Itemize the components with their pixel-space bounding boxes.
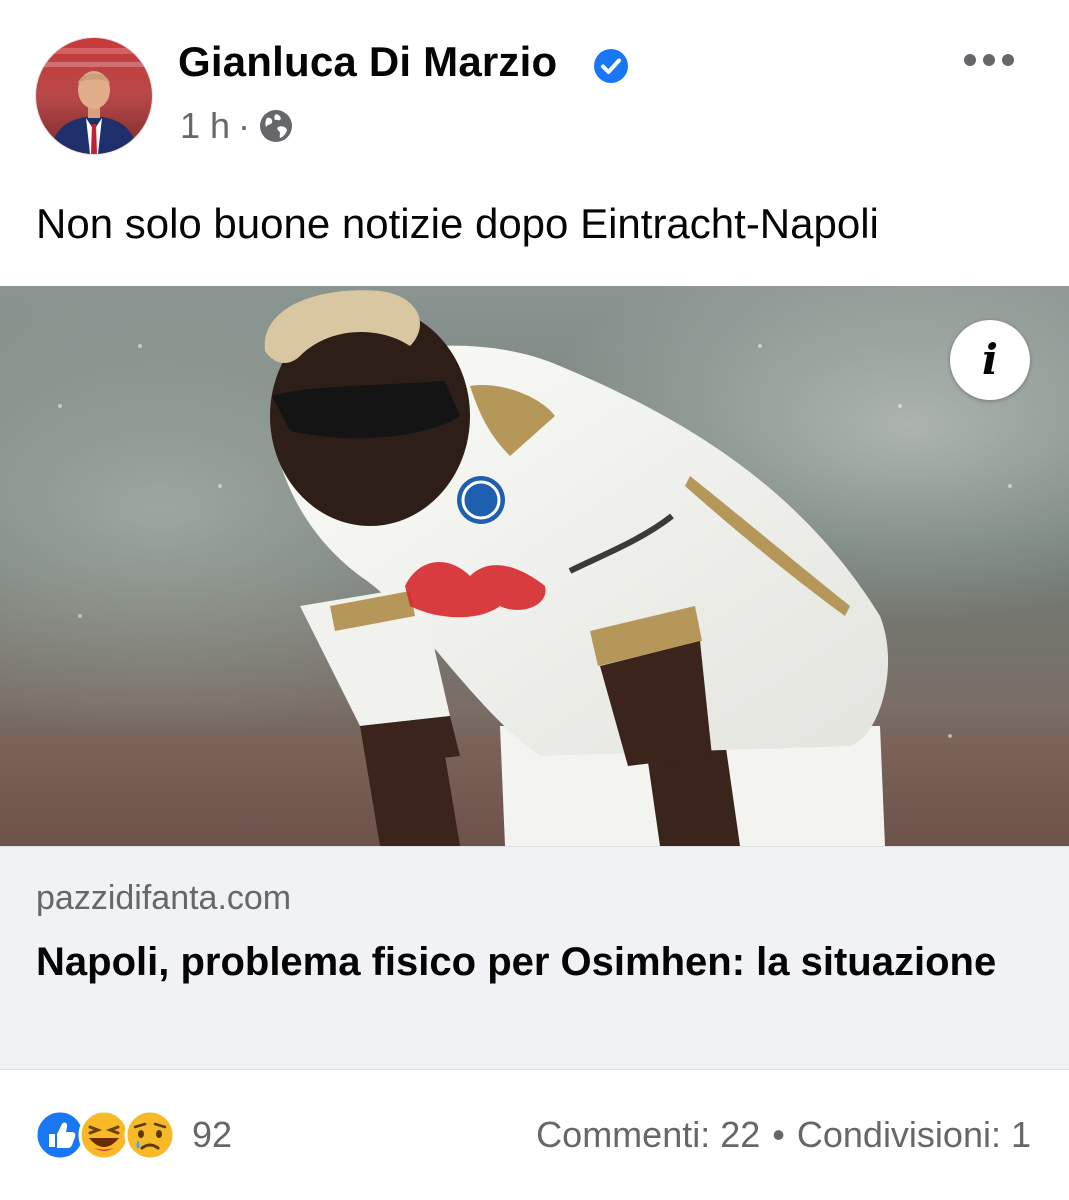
engagement-stats: Commenti: 22 • Condivisioni: 1: [536, 1114, 1031, 1156]
post-header: Gianluca Di Marzio 1 h ·: [0, 0, 1069, 170]
post-meta: 1 h ·: [180, 104, 294, 148]
link-preview-image[interactable]: [0, 286, 1069, 846]
globe-icon[interactable]: [258, 108, 294, 144]
comments-count[interactable]: Commenti: 22: [536, 1114, 760, 1156]
stats-separator: •: [772, 1114, 785, 1155]
author-avatar[interactable]: [36, 38, 152, 154]
link-domain: pazzidifanta.com: [36, 879, 292, 917]
verified-badge-icon: [594, 49, 628, 83]
meta-separator: ·: [238, 105, 251, 146]
shares-count[interactable]: Condivisioni: 1: [797, 1114, 1031, 1156]
author-name[interactable]: Gianluca Di Marzio: [178, 38, 557, 86]
link-preview[interactable]: pazzidifanta.com Napoli, problema fisico…: [0, 846, 1069, 1070]
info-icon: i: [982, 335, 998, 384]
link-title[interactable]: Napoli, problema fisico per Osimhen: la …: [36, 933, 1026, 991]
haha-icon: [78, 1109, 130, 1161]
info-button[interactable]: i: [950, 320, 1030, 400]
reactions-bar: 92 Commenti: 22 • Condivisioni: 1: [0, 1100, 1069, 1170]
reaction-icons[interactable]: [34, 1108, 184, 1162]
post-text: Non solo buone notizie dopo Eintracht-Na…: [36, 200, 879, 247]
sad-icon: [124, 1109, 176, 1161]
more-options-icon[interactable]: [962, 48, 1016, 72]
reaction-count[interactable]: 92: [192, 1114, 232, 1156]
like-icon: [34, 1109, 86, 1161]
post-time[interactable]: 1 h: [180, 105, 230, 147]
